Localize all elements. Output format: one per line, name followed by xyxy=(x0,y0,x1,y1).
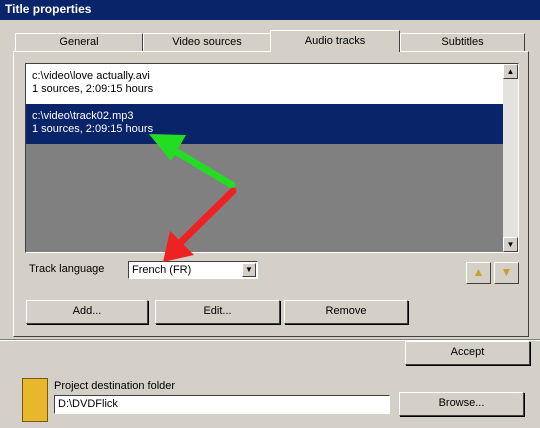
vertical-scrollbar[interactable]: ▲ ▼ xyxy=(503,64,518,252)
track-info: 1 sources, 2:09:15 hours xyxy=(32,83,154,95)
scroll-down-button[interactable]: ▼ xyxy=(503,237,518,252)
move-up-icon: ▲ xyxy=(472,265,485,279)
triangle-down-icon: ▼ xyxy=(506,240,515,249)
triangle-up-icon: ▲ xyxy=(506,67,515,76)
accept-button-label: Accept xyxy=(450,346,485,358)
tab-general[interactable]: General xyxy=(15,33,143,51)
track-language-select[interactable]: French (FR) ▼ xyxy=(128,261,258,279)
browse-button[interactable]: Browse... xyxy=(399,392,524,416)
list-item[interactable]: c:\video\track02.mp3 1 sources, 2:09:15 … xyxy=(26,104,503,144)
remove-button[interactable]: Remove xyxy=(284,300,408,324)
move-up-button[interactable]: ▲ xyxy=(466,262,491,284)
accept-button[interactable]: Accept xyxy=(405,341,530,365)
list-item[interactable]: c:\video\love actually.avi 1 sources, 2:… xyxy=(26,64,503,104)
track-language-value: French (FR) xyxy=(132,264,192,276)
tab-label: Subtitles xyxy=(441,36,484,48)
window-title: Title properties xyxy=(5,2,92,16)
track-language-label: Track language xyxy=(29,263,105,275)
destination-folder-value: D:\DVDFlick xyxy=(58,398,118,410)
tab-label: Video sources xyxy=(172,36,242,48)
title-bar: Title properties xyxy=(0,0,540,20)
destination-folder-label: Project destination folder xyxy=(54,380,176,392)
destination-folder-field[interactable]: D:\DVDFlick xyxy=(54,395,390,414)
tab-video-sources[interactable]: Video sources xyxy=(143,33,271,51)
move-down-icon: ▼ xyxy=(500,265,513,279)
add-button-label: Add... xyxy=(72,305,102,317)
tab-audio-tracks[interactable]: Audio tracks xyxy=(270,30,400,52)
dropdown-button[interactable]: ▼ xyxy=(242,263,256,277)
tab-subtitles[interactable]: Subtitles xyxy=(400,33,525,51)
scroll-up-button[interactable]: ▲ xyxy=(503,64,518,79)
audio-track-list[interactable]: c:\video\love actually.avi 1 sources, 2:… xyxy=(25,63,519,253)
folder-icon xyxy=(22,378,48,422)
tab-label: General xyxy=(59,36,99,48)
browse-button-label: Browse... xyxy=(438,397,485,409)
add-button[interactable]: Add... xyxy=(26,300,148,324)
chevron-down-icon: ▼ xyxy=(245,265,253,274)
tab-label: Audio tracks xyxy=(304,35,366,47)
edit-button[interactable]: Edit... xyxy=(155,300,280,324)
track-path: c:\video\love actually.avi xyxy=(32,70,150,82)
move-down-button[interactable]: ▼ xyxy=(494,262,519,284)
track-info: 1 sources, 2:09:15 hours xyxy=(32,123,154,135)
remove-button-label: Remove xyxy=(325,305,367,317)
track-path: c:\video\track02.mp3 xyxy=(32,110,134,122)
edit-button-label: Edit... xyxy=(203,305,232,317)
